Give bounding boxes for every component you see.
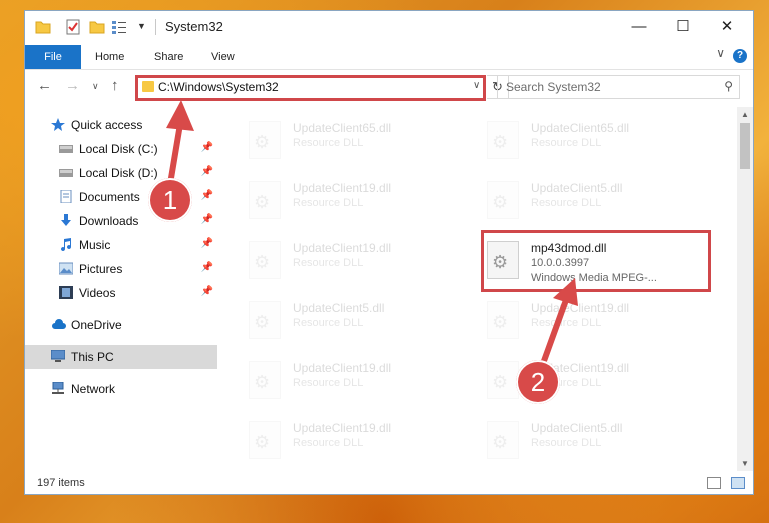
step-2-badge: 2 <box>516 360 560 404</box>
step-1-badge: 1 <box>148 178 192 222</box>
arrow-2 <box>537 278 578 375</box>
annotation-arrows <box>165 100 578 375</box>
